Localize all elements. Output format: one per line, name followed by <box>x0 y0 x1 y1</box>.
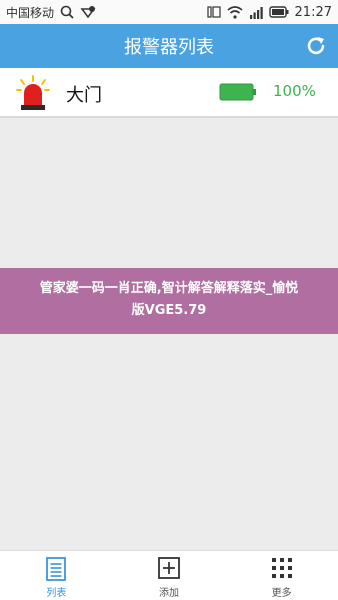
status-right: 21:27 <box>206 4 332 20</box>
banner-line-2: 版VGE5.79 <box>131 303 207 318</box>
banner-line-1: 管家婆一码一肖正确,智计解答解释落实_愉悦 <box>39 281 299 296</box>
nav-item-add[interactable]: 添加 <box>113 551 226 600</box>
carrier-name: 中国移动 <box>6 5 55 20</box>
add-icon <box>158 557 180 579</box>
notification-icon <box>80 6 96 19</box>
nav-label-add: 添加 <box>159 588 179 599</box>
battery-status-icon <box>268 6 289 18</box>
nav-label-more: 更多 <box>271 588 292 599</box>
signal-bars-icon <box>249 6 263 19</box>
app-header: 报警器列表 <box>0 24 338 68</box>
nav-item-more[interactable]: 更多 <box>225 551 338 600</box>
status-left: 中国移动 <box>6 4 96 21</box>
siren-icon <box>16 75 50 110</box>
status-bar: 中国移动 21:27 <box>0 0 338 24</box>
battery-icon <box>219 83 256 101</box>
battery-level: 100% <box>273 82 316 100</box>
signal-icon <box>206 6 221 18</box>
wifi-icon <box>227 5 243 19</box>
bottom-nav: 列表 添加 更多 <box>0 550 338 600</box>
promo-banner[interactable]: 管家婆一码一肖正确,智计解答解释落实_愉悦 版VGE5.79 <box>0 268 338 334</box>
more-grid-icon <box>271 558 292 578</box>
status-time: 21:27 <box>294 4 332 20</box>
alarm-name: 大门 <box>66 85 102 106</box>
alarm-list: 大门 100% <box>0 68 338 118</box>
nav-item-list[interactable]: 列表 <box>0 551 113 600</box>
refresh-icon <box>307 37 325 55</box>
page-title: 报警器列表 <box>124 37 214 58</box>
list-item[interactable]: 大门 100% <box>0 68 338 118</box>
search-icon <box>60 5 74 19</box>
nav-label-list: 列表 <box>46 588 67 599</box>
refresh-button[interactable] <box>302 32 330 60</box>
list-icon <box>46 557 67 581</box>
